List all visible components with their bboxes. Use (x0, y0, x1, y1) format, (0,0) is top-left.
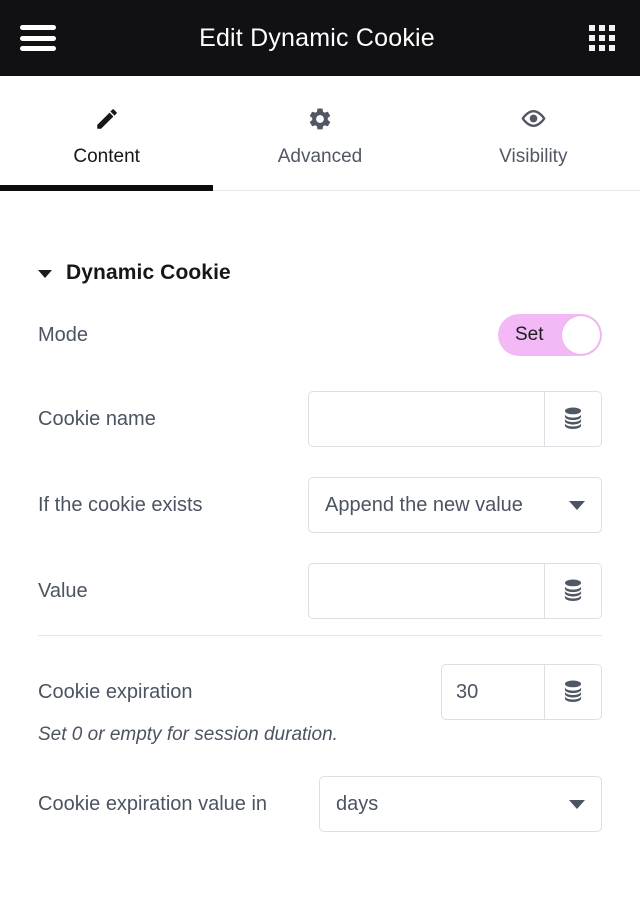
app-header: Edit Dynamic Cookie (0, 0, 640, 76)
field-row-if-cookie-exists: If the cookie exists Append the new valu… (38, 477, 602, 533)
tab-visibility-label: Visibility (499, 145, 568, 167)
chevron-down-icon (569, 501, 585, 510)
tab-content[interactable]: Content (0, 76, 214, 191)
database-icon (564, 407, 582, 430)
grid-apps-icon (589, 25, 615, 51)
cookie-name-dynamic-tag-button[interactable] (544, 392, 601, 446)
page-title: Edit Dynamic Cookie (199, 24, 435, 52)
field-row-cookie-name: Cookie name (38, 391, 602, 447)
value-label: Value (38, 579, 88, 602)
field-row-value: Value (38, 563, 602, 619)
settings-panel: Dynamic Cookie Mode Set Cookie name If t… (0, 237, 640, 832)
cookie-name-field (308, 391, 602, 447)
value-input[interactable] (309, 564, 544, 618)
cookie-expiration-unit-select[interactable]: days (319, 776, 602, 832)
cookie-expiration-input[interactable] (442, 665, 544, 719)
tab-advanced[interactable]: Advanced (213, 76, 426, 190)
database-icon (564, 579, 582, 602)
tab-content-label: Content (73, 145, 140, 167)
cookie-expiration-unit-label: Cookie expiration value in (38, 792, 268, 815)
cookie-expiration-help-text: Set 0 or empty for session duration. (38, 724, 338, 745)
mode-toggle-label: Set (515, 324, 544, 345)
pencil-icon (94, 105, 120, 133)
mode-label: Mode (38, 323, 89, 346)
tab-advanced-label: Advanced (277, 145, 363, 167)
cookie-expiration-field (441, 664, 602, 720)
cookie-expiration-dynamic-tag-button[interactable] (544, 665, 601, 719)
cookie-expiration-label: Cookie expiration (38, 680, 193, 703)
if-cookie-exists-select[interactable]: Append the new value (308, 477, 602, 533)
gear-icon (307, 105, 333, 133)
eye-icon (520, 105, 547, 133)
cookie-name-input[interactable] (309, 392, 544, 446)
caret-down-icon (38, 270, 52, 278)
hamburger-menu-icon (20, 25, 56, 51)
value-field (308, 563, 602, 619)
section-dynamic-cookie-header[interactable]: Dynamic Cookie (38, 237, 602, 309)
section-title: Dynamic Cookie (66, 261, 231, 284)
section-divider (38, 635, 602, 636)
mode-toggle-knob (562, 316, 600, 354)
value-dynamic-tag-button[interactable] (544, 564, 601, 618)
tab-visibility[interactable]: Visibility (427, 76, 640, 190)
if-cookie-exists-value: Append the new value (325, 493, 523, 516)
field-row-cookie-expiration: Cookie expiration (38, 664, 602, 720)
menu-button[interactable] (0, 0, 76, 76)
if-cookie-exists-label: If the cookie exists (38, 493, 203, 516)
chevron-down-icon (569, 800, 585, 809)
edit-dynamic-cookie-panel: Edit Dynamic Cookie Content Advanced Vis… (0, 0, 640, 898)
field-row-mode: Mode Set (38, 309, 602, 361)
cookie-name-label: Cookie name (38, 407, 156, 430)
tab-bar: Content Advanced Visibility (0, 76, 640, 191)
apps-button[interactable] (564, 0, 640, 76)
database-icon (564, 680, 582, 703)
field-row-cookie-expiration-unit: Cookie expiration value in days (38, 776, 602, 832)
cookie-expiration-unit-value: days (336, 792, 379, 815)
mode-toggle[interactable]: Set (498, 314, 602, 356)
